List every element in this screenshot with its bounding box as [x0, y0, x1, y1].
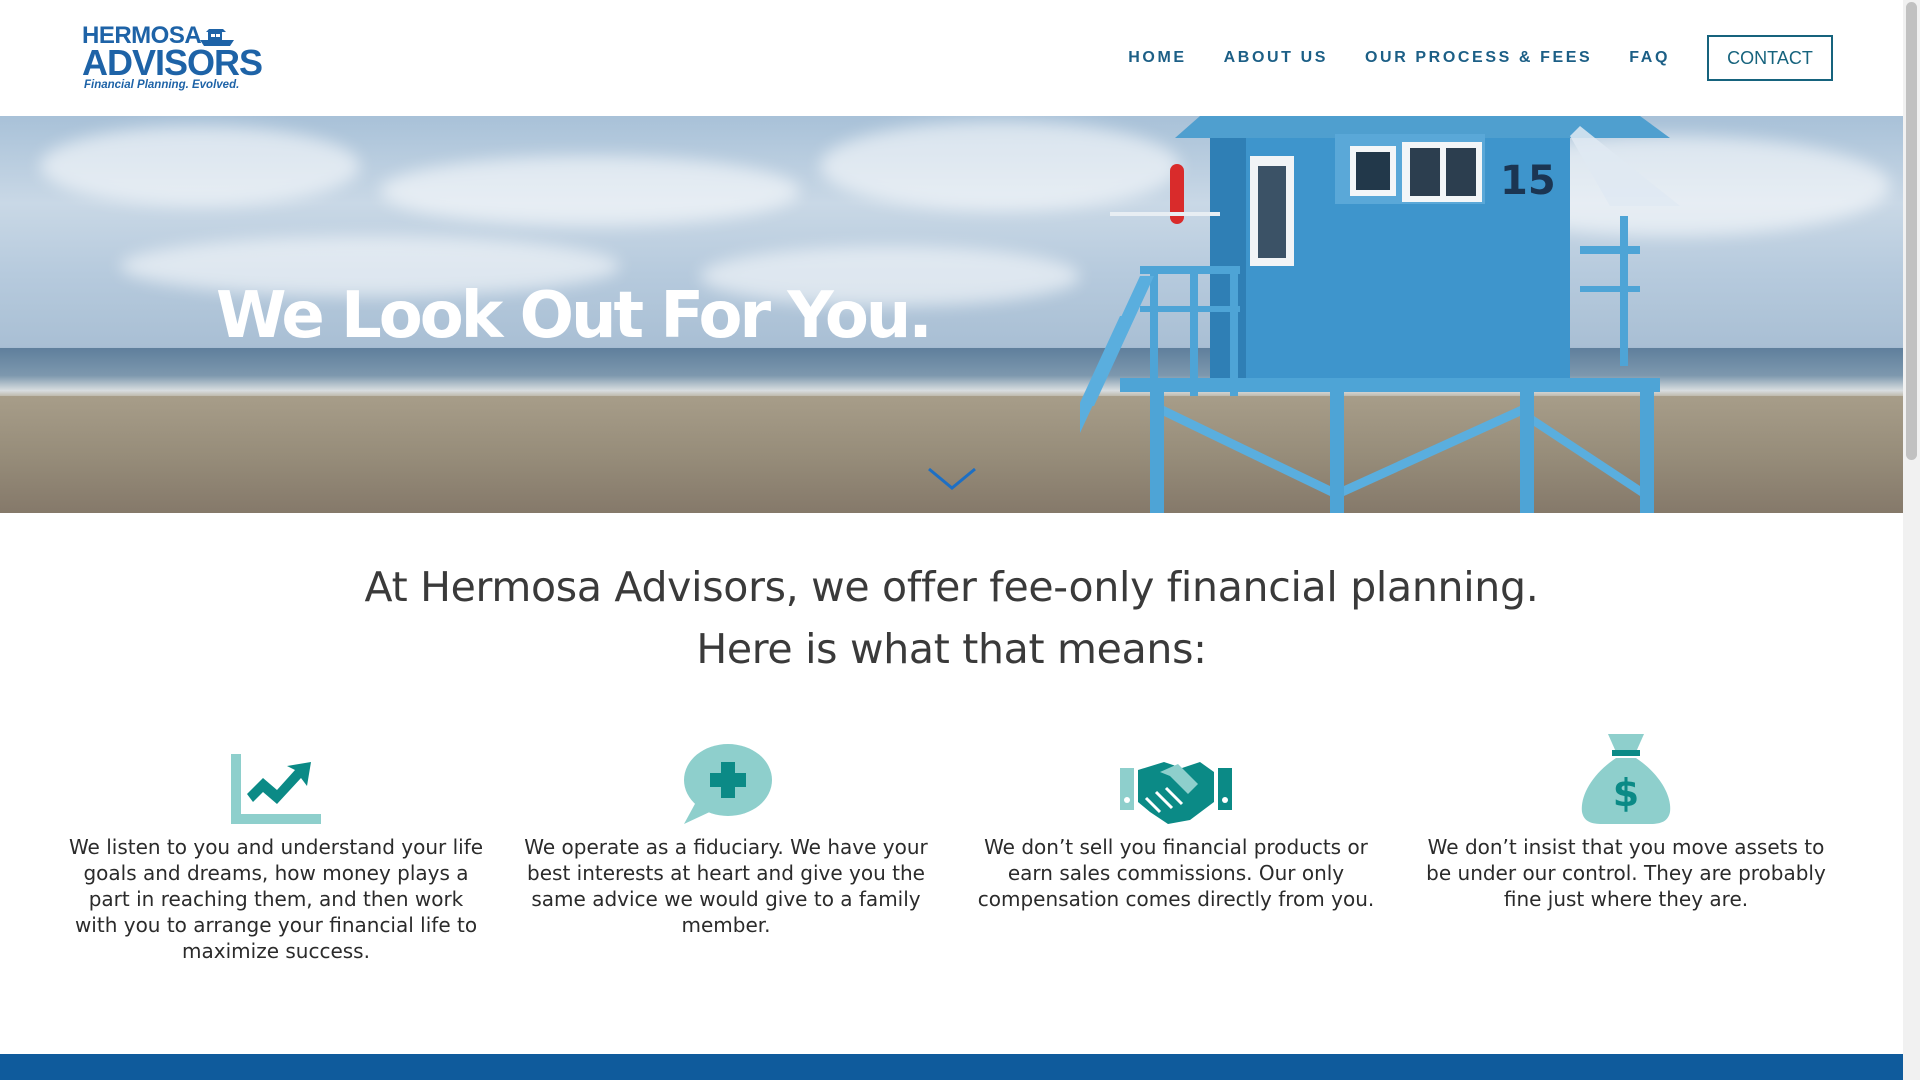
logo-tagline: Financial Planning. Evolved.	[84, 79, 240, 91]
feature-text: We don’t insist that you move assets to …	[1426, 835, 1826, 911]
main-nav: HOME ABOUT US OUR PROCESS & FEES FAQ CON…	[1128, 34, 1903, 82]
footer-section-top	[0, 1054, 1903, 1080]
scrollbar-thumb[interactable]	[1906, 2, 1917, 460]
lifeguard-boat-icon	[200, 29, 234, 46]
hero-banner: 15 We Look Out For You.	[0, 116, 1903, 513]
logo-line-2: ADVISORS	[82, 42, 263, 83]
feature-card-listen: We listen to you and understand your lif…	[66, 726, 486, 964]
nav-home[interactable]: HOME	[1128, 49, 1186, 67]
tower-number: 15	[1500, 158, 1556, 204]
feature-text: We operate as a fiduciary. We have your …	[524, 835, 928, 937]
scroll-down-chevron-icon[interactable]	[926, 466, 978, 492]
svg-text:$: $	[1613, 771, 1639, 815]
hero-title: We Look Out For You.	[216, 279, 933, 353]
cloud	[40, 126, 360, 206]
money-bag-icon: $	[1581, 734, 1671, 824]
feature-card-assets: $ We don’t insist that you move assets t…	[1416, 726, 1836, 912]
lifeguard-tower-image: 15	[1080, 116, 1680, 513]
speech-bubble-plus-icon	[684, 744, 772, 824]
feature-card-no-commissions: We don’t sell you financial products or …	[966, 726, 1386, 912]
intro-heading: At Hermosa Advisors, we offer fee-only f…	[0, 556, 1903, 680]
feature-card-fiduciary: We operate as a fiduciary. We have your …	[516, 726, 936, 938]
handshake-icon	[1120, 762, 1232, 824]
chart-trending-up-icon	[231, 754, 321, 824]
cloud	[380, 156, 800, 226]
intro-line-1: At Hermosa Advisors, we offer fee-only f…	[364, 563, 1539, 611]
logo[interactable]: HERMOSA ADVISORS Financial Planning. Evo…	[82, 24, 263, 94]
intro-line-2: Here is what that means:	[696, 625, 1207, 673]
nav-faq[interactable]: FAQ	[1629, 49, 1670, 67]
feature-text: We don’t sell you financial products or …	[977, 835, 1375, 911]
nav-our-process-fees[interactable]: OUR PROCESS & FEES	[1365, 49, 1592, 67]
site-header: HERMOSA ADVISORS Financial Planning. Evo…	[0, 0, 1903, 116]
page-scrollbar[interactable]	[1903, 0, 1920, 1080]
nav-about-us[interactable]: ABOUT US	[1224, 49, 1328, 67]
feature-text: We listen to you and understand your lif…	[68, 835, 484, 963]
contact-button[interactable]: CONTACT	[1707, 35, 1833, 81]
